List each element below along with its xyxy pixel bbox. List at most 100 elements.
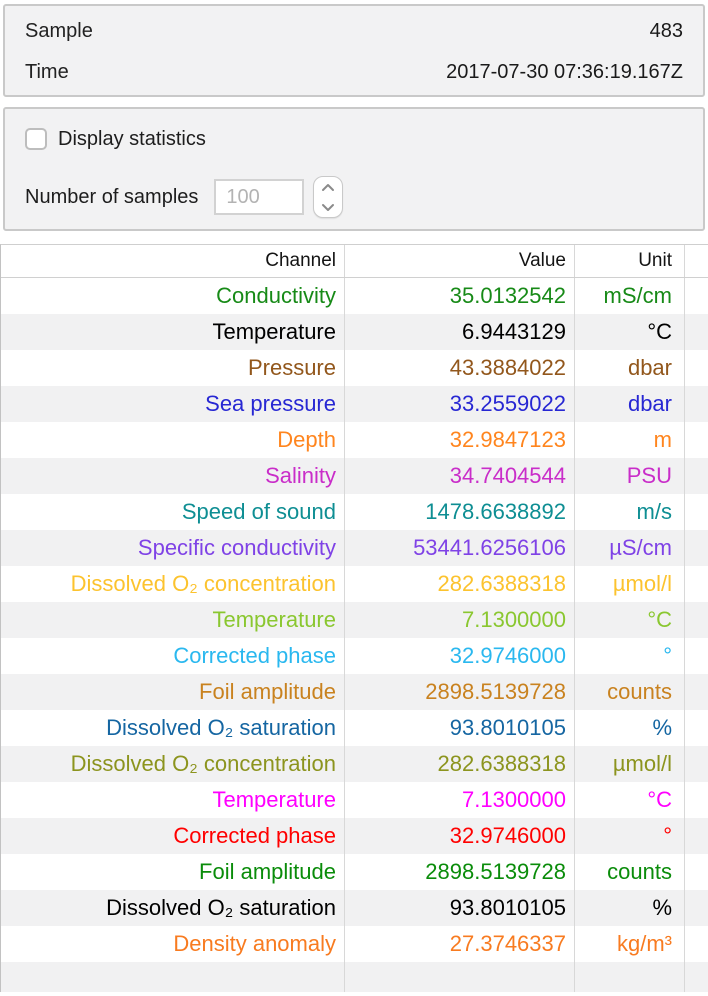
sample-label: Sample (25, 20, 93, 43)
table-row: Pressure43.3884022dbar (1, 350, 708, 386)
value-cell: 27.3746337 (345, 926, 575, 962)
channel-cell: Specific conductivity (1, 530, 345, 566)
spare-cell (685, 422, 708, 458)
header-spare (685, 245, 708, 277)
value-cell: 33.2559022 (345, 386, 575, 422)
spare-cell (685, 818, 708, 854)
unit-cell: dbar (575, 350, 685, 386)
value-cell: 1478.6638892 (345, 494, 575, 530)
table-row: Dissolved O₂ concentration282.6388318µmo… (1, 566, 708, 602)
channel-cell: Temperature (1, 782, 345, 818)
number-of-samples-label: Number of samples (25, 186, 198, 209)
channel-cell: Corrected phase (1, 638, 345, 674)
table-row: Conductivity35.0132542mS/cm (1, 278, 708, 314)
spare-cell (685, 674, 708, 710)
unit-cell: % (575, 710, 685, 746)
time-label: Time (25, 61, 69, 84)
channel-cell: Dissolved O₂ saturation (1, 710, 345, 746)
channel-cell: Conductivity (1, 278, 345, 314)
unit-cell: PSU (575, 458, 685, 494)
unit-cell: dbar (575, 386, 685, 422)
table-row: Density anomaly27.3746337kg/m³ (1, 926, 708, 962)
spare-cell (685, 566, 708, 602)
empty-row (1, 962, 708, 992)
channel-cell: Dissolved O₂ saturation (1, 890, 345, 926)
table-row: Corrected phase32.9746000° (1, 638, 708, 674)
channel-cell: Pressure (1, 350, 345, 386)
number-of-samples-stepper (313, 176, 343, 218)
table-row: Specific conductivity53441.6256106µS/cm (1, 530, 708, 566)
unit-cell: µmol/l (575, 746, 685, 782)
channel-cell: Dissolved O₂ concentration (1, 566, 345, 602)
channel-cell: Temperature (1, 314, 345, 350)
value-cell: 6.9443129 (345, 314, 575, 350)
sample-info-panel: Sample 483 Time 2017-07-30 07:36:19.167Z (3, 4, 705, 97)
value-cell: 35.0132542 (345, 278, 575, 314)
unit-cell: °C (575, 314, 685, 350)
value-cell (345, 962, 575, 992)
sample-value: 483 (650, 20, 683, 43)
unit-cell: µS/cm (575, 530, 685, 566)
table-row: Salinity34.7404544PSU (1, 458, 708, 494)
channel-cell: Sea pressure (1, 386, 345, 422)
header-value: Value (345, 245, 575, 277)
spare-cell (685, 890, 708, 926)
channel-cell: Density anomaly (1, 926, 345, 962)
unit-cell: ° (575, 638, 685, 674)
spare-cell (685, 278, 708, 314)
channel-table-header: Channel Value Unit (1, 245, 708, 278)
spare-cell (685, 530, 708, 566)
channel-cell: Dissolved O₂ concentration (1, 746, 345, 782)
channel-table: Channel Value Unit Conductivity35.013254… (0, 244, 708, 992)
stepper-down-button[interactable] (314, 197, 342, 217)
table-row: Sea pressure33.2559022dbar (1, 386, 708, 422)
value-cell: 32.9746000 (345, 638, 575, 674)
spare-cell (685, 602, 708, 638)
table-row: Depth32.9847123m (1, 422, 708, 458)
value-cell: 53441.6256106 (345, 530, 575, 566)
spare-cell (685, 638, 708, 674)
number-of-samples-input[interactable]: 100 (214, 179, 304, 215)
unit-cell: m (575, 422, 685, 458)
value-cell: 32.9746000 (345, 818, 575, 854)
value-cell: 93.8010105 (345, 710, 575, 746)
value-cell: 43.3884022 (345, 350, 575, 386)
display-statistics-label: Display statistics (58, 128, 206, 151)
value-cell: 282.6388318 (345, 566, 575, 602)
statistics-panel: Display statistics Number of samples 100 (3, 107, 705, 231)
stepper-up-button[interactable] (314, 177, 342, 197)
unit-cell: kg/m³ (575, 926, 685, 962)
unit-cell: % (575, 890, 685, 926)
spare-cell (685, 746, 708, 782)
table-row: Dissolved O₂ saturation93.8010105% (1, 890, 708, 926)
header-channel: Channel (1, 245, 345, 277)
sample-row: Sample 483 (5, 14, 703, 48)
table-row: Temperature6.9443129°C (1, 314, 708, 350)
table-row: Corrected phase32.9746000° (1, 818, 708, 854)
unit-cell: µmol/l (575, 566, 685, 602)
channel-cell: Salinity (1, 458, 345, 494)
spare-cell (685, 314, 708, 350)
spare-cell (685, 494, 708, 530)
table-row: Foil amplitude2898.5139728counts (1, 854, 708, 890)
spare-cell (685, 458, 708, 494)
unit-cell: counts (575, 674, 685, 710)
spare-cell (685, 710, 708, 746)
channel-table-body: Conductivity35.0132542mS/cmTemperature6.… (1, 278, 708, 992)
channel-cell: Foil amplitude (1, 854, 345, 890)
number-of-samples-value: 100 (226, 186, 259, 209)
display-statistics-checkbox[interactable] (25, 128, 47, 150)
value-cell: 93.8010105 (345, 890, 575, 926)
time-row: Time 2017-07-30 07:36:19.167Z (5, 55, 703, 89)
value-cell: 32.9847123 (345, 422, 575, 458)
time-value: 2017-07-30 07:36:19.167Z (446, 61, 683, 84)
unit-cell: °C (575, 602, 685, 638)
spare-cell (685, 350, 708, 386)
table-row: Speed of sound1478.6638892m/s (1, 494, 708, 530)
display-statistics-row: Display statistics (25, 126, 703, 152)
chevron-down-icon (321, 203, 335, 212)
value-cell: 7.1300000 (345, 782, 575, 818)
value-cell: 7.1300000 (345, 602, 575, 638)
channel-cell (1, 962, 345, 992)
table-row: Dissolved O₂ concentration282.6388318µmo… (1, 746, 708, 782)
